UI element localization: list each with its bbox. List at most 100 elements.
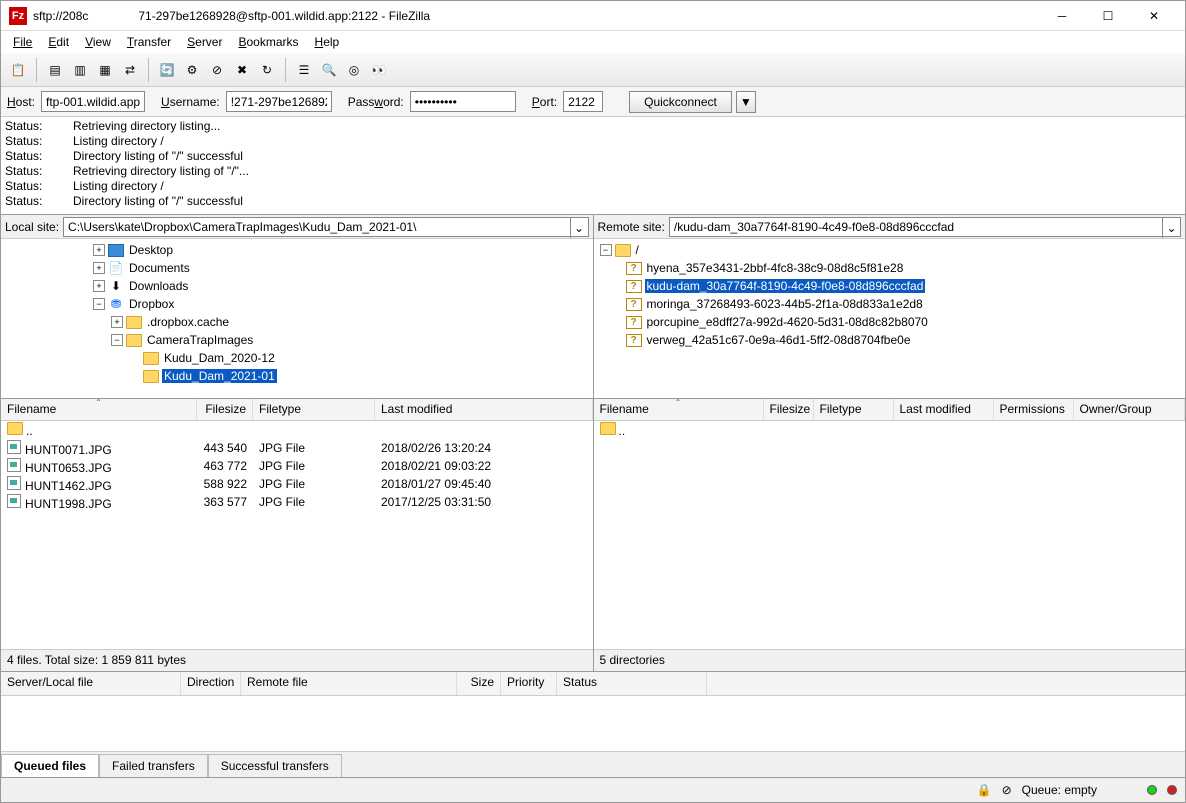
process-queue-icon[interactable]: ⚙	[181, 59, 203, 81]
col-permissions[interactable]: Permissions	[994, 399, 1074, 420]
quickconnect-button[interactable]: Quickconnect	[629, 91, 732, 113]
toggle-log-icon[interactable]: ▤	[44, 59, 66, 81]
log-panel[interactable]: Status:Retrieving directory listing... S…	[1, 117, 1185, 215]
remote-file-body[interactable]: ..	[594, 421, 1186, 649]
tab-success[interactable]: Successful transfers	[208, 754, 342, 777]
titlebar-title: 71-297be1268928@sftp-001.wildid.app:2122…	[138, 9, 430, 23]
qcol-priority[interactable]: Priority	[501, 672, 557, 695]
menu-transfer[interactable]: Transfer	[119, 33, 179, 51]
qcol-status[interactable]: Status	[557, 672, 707, 695]
titlebar-address: sftp://208c	[33, 9, 88, 23]
tree-kd2021[interactable]: Kudu_Dam_2021-01	[162, 369, 277, 383]
tree-dropbox[interactable]: Dropbox	[127, 297, 176, 311]
toggle-queue-icon[interactable]: ⇄	[119, 59, 141, 81]
list-item[interactable]: HUNT0653.JPG463 772JPG File2018/02/21 09…	[1, 457, 593, 475]
qcol-remote[interactable]: Remote file	[241, 672, 457, 695]
local-path-input[interactable]	[64, 218, 569, 236]
queue-body[interactable]	[1, 696, 1185, 751]
refresh-icon[interactable]: 🔄	[156, 59, 178, 81]
reconnect-icon[interactable]: ↻	[256, 59, 278, 81]
sitemanager-icon[interactable]: 📋	[7, 59, 29, 81]
toolbar: 📋 ▤ ▥ ▦ ⇄ 🔄 ⚙ ⊘ ✖ ↻ ☰ 🔍 ◎ 👀	[1, 53, 1185, 87]
qcol-size[interactable]: Size	[457, 672, 501, 695]
tree-downloads[interactable]: Downloads	[127, 279, 190, 293]
local-pane: Local site: ⌄ +Desktop +📄Documents +⬇Dow…	[1, 215, 594, 671]
local-filelist: Filename⌃ Filesize Filetype Last modifie…	[1, 399, 593, 671]
tree-remote-dir[interactable]: kudu-dam_30a7764f-8190-4c49-f0e8-08d896c…	[645, 279, 926, 293]
remote-tree[interactable]: −/ ?hyena_357e3431-2bbf-4fc8-38c9-08d8c5…	[594, 239, 1186, 399]
tab-failed[interactable]: Failed transfers	[99, 754, 208, 777]
remote-path-input[interactable]	[670, 218, 1162, 236]
list-item[interactable]: HUNT0071.JPG443 540JPG File2018/02/26 13…	[1, 439, 593, 457]
cancel-icon[interactable]: ⊘	[206, 59, 228, 81]
port-label: Port:	[532, 95, 557, 109]
folder-icon	[615, 244, 631, 257]
downloads-icon: ⬇	[108, 280, 124, 293]
local-tree[interactable]: +Desktop +📄Documents +⬇Downloads −⛃Dropb…	[1, 239, 593, 399]
col-filesize[interactable]: Filesize	[764, 399, 814, 420]
menu-file[interactable]: File	[5, 33, 40, 51]
maximize-button[interactable]: ☐	[1085, 2, 1131, 30]
close-button[interactable]: ✕	[1131, 2, 1177, 30]
local-file-body[interactable]: .. HUNT0071.JPG443 540JPG File2018/02/26…	[1, 421, 593, 649]
local-path-dropdown[interactable]: ⌄	[570, 218, 588, 238]
col-filename[interactable]: Filename⌃	[594, 399, 764, 420]
port-input[interactable]	[563, 91, 603, 112]
find-icon[interactable]: 👀	[368, 59, 390, 81]
qcol-server[interactable]: Server/Local file	[1, 672, 181, 695]
tree-documents[interactable]: Documents	[127, 261, 192, 275]
compare-icon[interactable]: ◎	[343, 59, 365, 81]
tree-root[interactable]: /	[634, 243, 641, 257]
qcol-direction[interactable]: Direction	[181, 672, 241, 695]
list-item-updir[interactable]: ..	[1, 421, 593, 439]
tree-kd2020[interactable]: Kudu_Dam_2020-12	[162, 351, 277, 365]
toggle-local-tree-icon[interactable]: ▥	[69, 59, 91, 81]
remote-path-dropdown[interactable]: ⌄	[1162, 218, 1180, 238]
folder-icon	[7, 422, 23, 435]
unknown-icon: ?	[626, 262, 642, 275]
tree-remote-dir[interactable]: moringa_37268493-6023-44b5-2f1a-08d833a1…	[645, 297, 925, 311]
lock-icon[interactable]: 🔒	[977, 783, 992, 797]
search-icon[interactable]: 🔍	[318, 59, 340, 81]
menu-edit[interactable]: Edit	[40, 33, 77, 51]
tree-dbcache[interactable]: .dropbox.cache	[145, 315, 231, 329]
tree-remote-dir[interactable]: verweg_42a51c67-0e9a-46d1-5ff2-08d8704fb…	[645, 333, 913, 347]
filter-icon[interactable]: ☰	[293, 59, 315, 81]
host-input[interactable]	[41, 91, 145, 112]
toggle-remote-tree-icon[interactable]: ▦	[94, 59, 116, 81]
expand-icon[interactable]: +	[93, 244, 105, 256]
tree-cti[interactable]: CameraTrapImages	[145, 333, 255, 347]
tree-desktop[interactable]: Desktop	[127, 243, 175, 257]
minimize-button[interactable]: ─	[1039, 2, 1085, 30]
menu-bookmarks[interactable]: Bookmarks	[230, 33, 306, 51]
col-filetype[interactable]: Filetype	[253, 399, 375, 420]
menu-server[interactable]: Server	[179, 33, 230, 51]
led-error-icon	[1167, 785, 1177, 795]
local-status: 4 files. Total size: 1 859 811 bytes	[1, 649, 593, 671]
col-filetype[interactable]: Filetype	[814, 399, 894, 420]
menu-help[interactable]: Help	[307, 33, 348, 51]
col-modified[interactable]: Last modified	[375, 399, 593, 420]
col-filesize[interactable]: Filesize	[197, 399, 253, 420]
tab-queued[interactable]: Queued files	[1, 754, 99, 777]
list-item[interactable]: HUNT1998.JPG363 577JPG File2017/12/25 03…	[1, 493, 593, 511]
list-item[interactable]: HUNT1462.JPG588 922JPG File2018/01/27 09…	[1, 475, 593, 493]
list-item-updir[interactable]: ..	[594, 421, 1186, 439]
tree-remote-dir[interactable]: hyena_357e3431-2bbf-4fc8-38c9-08d8c5f81e…	[645, 261, 906, 275]
password-label: Password:	[348, 95, 404, 109]
username-input[interactable]	[226, 91, 332, 112]
folder-icon	[600, 422, 616, 435]
remote-filelist: Filename⌃ Filesize Filetype Last modifie…	[594, 399, 1186, 671]
unknown-icon: ?	[626, 280, 642, 293]
quickconnect-dropdown[interactable]: ▼	[736, 91, 756, 113]
menubar: File Edit View Transfer Server Bookmarks…	[1, 31, 1185, 53]
col-modified[interactable]: Last modified	[894, 399, 994, 420]
col-owner[interactable]: Owner/Group	[1074, 399, 1186, 420]
tree-remote-dir[interactable]: porcupine_e8dff27a-992d-4620-5d31-08d8c8…	[645, 315, 930, 329]
app-icon: Fz	[9, 7, 27, 25]
col-filename[interactable]: Filename⌃	[1, 399, 197, 420]
password-input[interactable]	[410, 91, 516, 112]
disconnect-icon[interactable]: ✖	[231, 59, 253, 81]
menu-view[interactable]: View	[77, 33, 119, 51]
folder-icon	[126, 316, 142, 329]
